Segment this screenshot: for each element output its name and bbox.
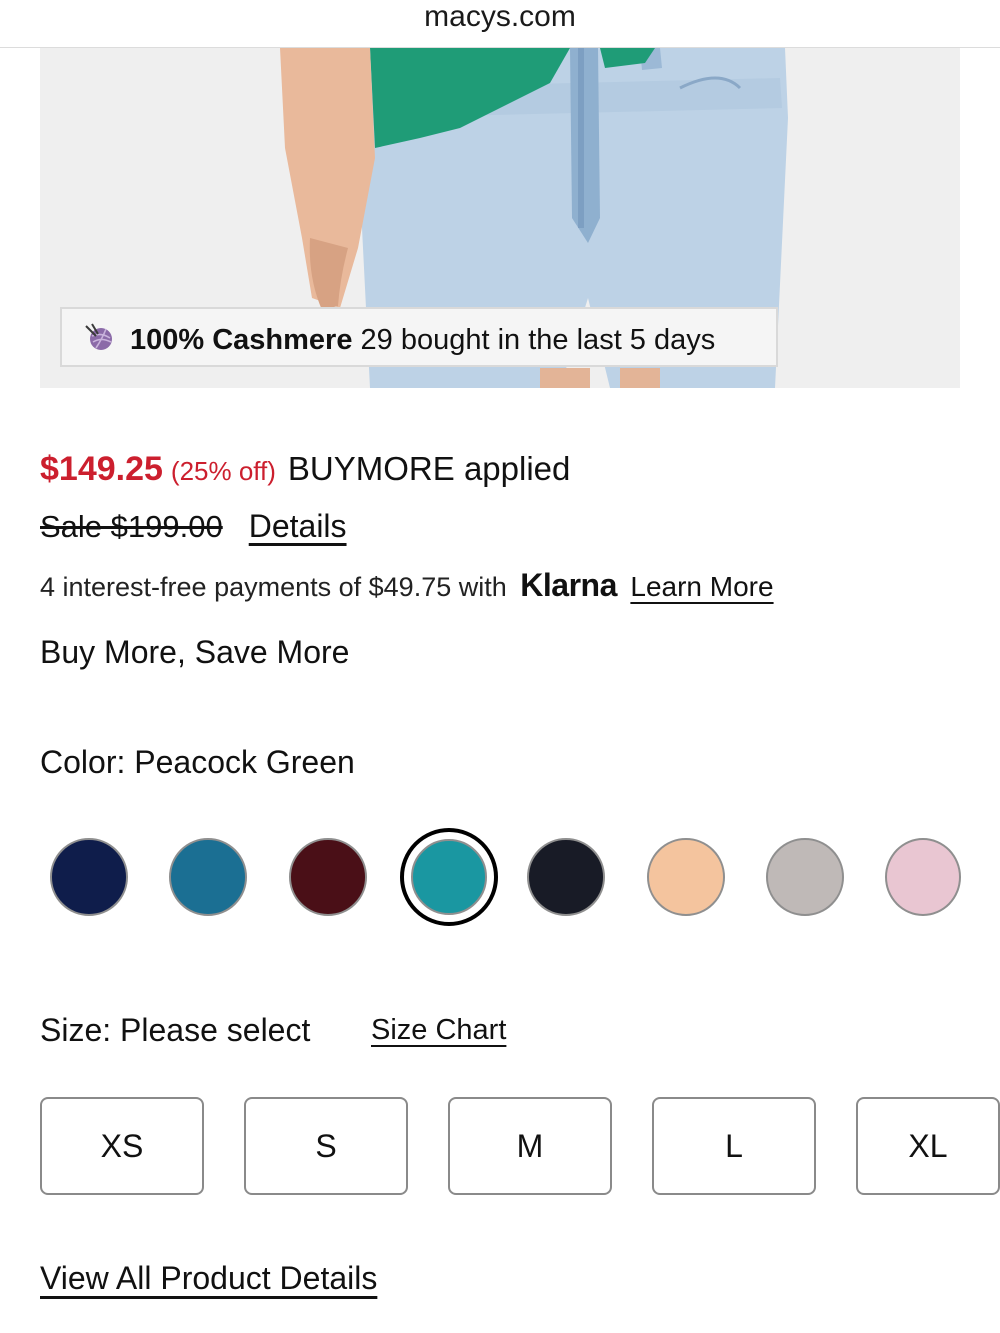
klarna-payment-line: 4 interest-free payments of $49.75 with … — [40, 567, 774, 607]
color-swatch[interactable] — [647, 838, 725, 916]
yarn-ball-icon — [85, 323, 112, 350]
discount-percent: (25% off) — [170, 456, 276, 486]
klarna-text: 4 interest-free payments of $49.75 with — [40, 572, 507, 602]
klarna-learn-more-link[interactable]: Learn More — [630, 571, 773, 602]
size-option-button[interactable]: XL — [856, 1097, 1000, 1195]
color-swatch[interactable] — [885, 838, 961, 916]
original-price-line: Sale $199.00 Details — [40, 508, 347, 552]
color-swatch[interactable] — [527, 838, 605, 916]
size-label: Size: Please select — [40, 1012, 311, 1048]
promo-applied-text: BUYMORE applied — [287, 450, 571, 487]
badge-text: 100% Cashmere 29 bought in the last 5 da… — [130, 309, 715, 365]
social-proof-badge: 100% Cashmere 29 bought in the last 5 da… — [60, 307, 778, 367]
size-chart-link[interactable]: Size Chart — [371, 1014, 506, 1047]
browser-url-bar[interactable]: macys.com — [0, 0, 1000, 48]
size-option-button[interactable]: L — [652, 1097, 816, 1195]
color-swatch[interactable] — [289, 838, 367, 916]
color-swatch[interactable] — [169, 838, 247, 916]
original-price: Sale $199.00 — [40, 509, 223, 544]
url-text: macys.com — [424, 0, 576, 33]
selected-swatch-fill — [411, 839, 487, 915]
klarna-logo: Klarna — [520, 567, 617, 603]
sale-price: $149.25 — [40, 450, 163, 488]
color-label: Color: Peacock Green — [40, 744, 355, 780]
size-option-button[interactable]: M — [448, 1097, 612, 1195]
price-line: $149.25 (25% off) BUYMORE applied — [40, 450, 570, 500]
size-option-button[interactable]: XS — [40, 1097, 204, 1195]
details-link[interactable]: Details — [249, 508, 347, 544]
size-option-button[interactable]: S — [244, 1097, 408, 1195]
color-swatch[interactable] — [766, 838, 844, 916]
color-swatch[interactable] — [50, 838, 128, 916]
color-swatch[interactable] — [400, 828, 498, 926]
view-all-product-details-link[interactable]: View All Product Details — [40, 1260, 377, 1297]
badge-detail-text: 29 bought in the last 5 days — [360, 324, 716, 356]
promo-message: Buy More, Save More — [40, 634, 350, 670]
badge-bold-text: 100% Cashmere — [130, 324, 353, 356]
